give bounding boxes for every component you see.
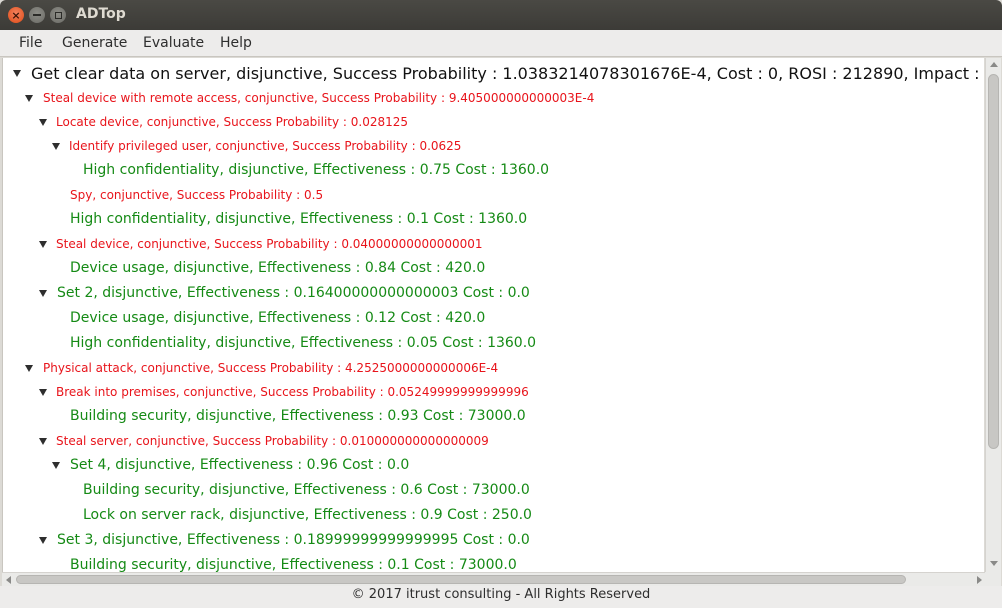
expand-arrow-icon[interactable]: [13, 70, 23, 80]
window-title: ADTop: [76, 6, 126, 22]
menu-help[interactable]: Help: [220, 35, 252, 51]
expand-arrow-icon[interactable]: [39, 537, 49, 547]
scroll-left-arrow-icon[interactable]: [6, 576, 11, 584]
vertical-scrollbar[interactable]: [985, 58, 1001, 572]
expand-arrow-icon[interactable]: [39, 389, 49, 399]
horizontal-scroll-thumb[interactable]: [16, 575, 906, 584]
scroll-right-arrow-icon[interactable]: [977, 576, 982, 584]
maximize-icon[interactable]: [50, 7, 66, 23]
close-icon[interactable]: ×: [8, 7, 24, 23]
expand-arrow-icon[interactable]: [39, 438, 49, 448]
scroll-down-arrow-icon[interactable]: [988, 558, 1000, 570]
expand-arrow-icon[interactable]: [52, 462, 62, 472]
minimize-icon[interactable]: [29, 7, 45, 23]
attack-defense-tree: Get clear data on server, disjunctive, S…: [2, 58, 984, 572]
vertical-scroll-thumb[interactable]: [988, 74, 999, 449]
expand-arrow-icon[interactable]: [25, 365, 35, 375]
expand-arrow-icon[interactable]: [25, 95, 35, 105]
menu-file[interactable]: File: [19, 35, 42, 51]
scroll-up-arrow-icon[interactable]: [988, 59, 1000, 71]
title-bar: × ADTop: [0, 0, 1002, 30]
expand-arrow-icon[interactable]: [39, 119, 49, 129]
menu-evaluate[interactable]: Evaluate: [143, 35, 204, 51]
expand-arrow-icon[interactable]: [39, 241, 49, 251]
scroll-corner: [985, 572, 1001, 586]
horizontal-scrollbar[interactable]: [2, 572, 1001, 586]
menu-generate[interactable]: Generate: [62, 35, 127, 51]
expand-arrow-icon[interactable]: [39, 290, 49, 300]
copyright-footer: © 2017 itrust consulting - All Rights Re…: [0, 586, 1002, 608]
expand-arrow-icon[interactable]: [52, 143, 62, 153]
menu-bar: File Generate Evaluate Help: [0, 30, 1002, 57]
